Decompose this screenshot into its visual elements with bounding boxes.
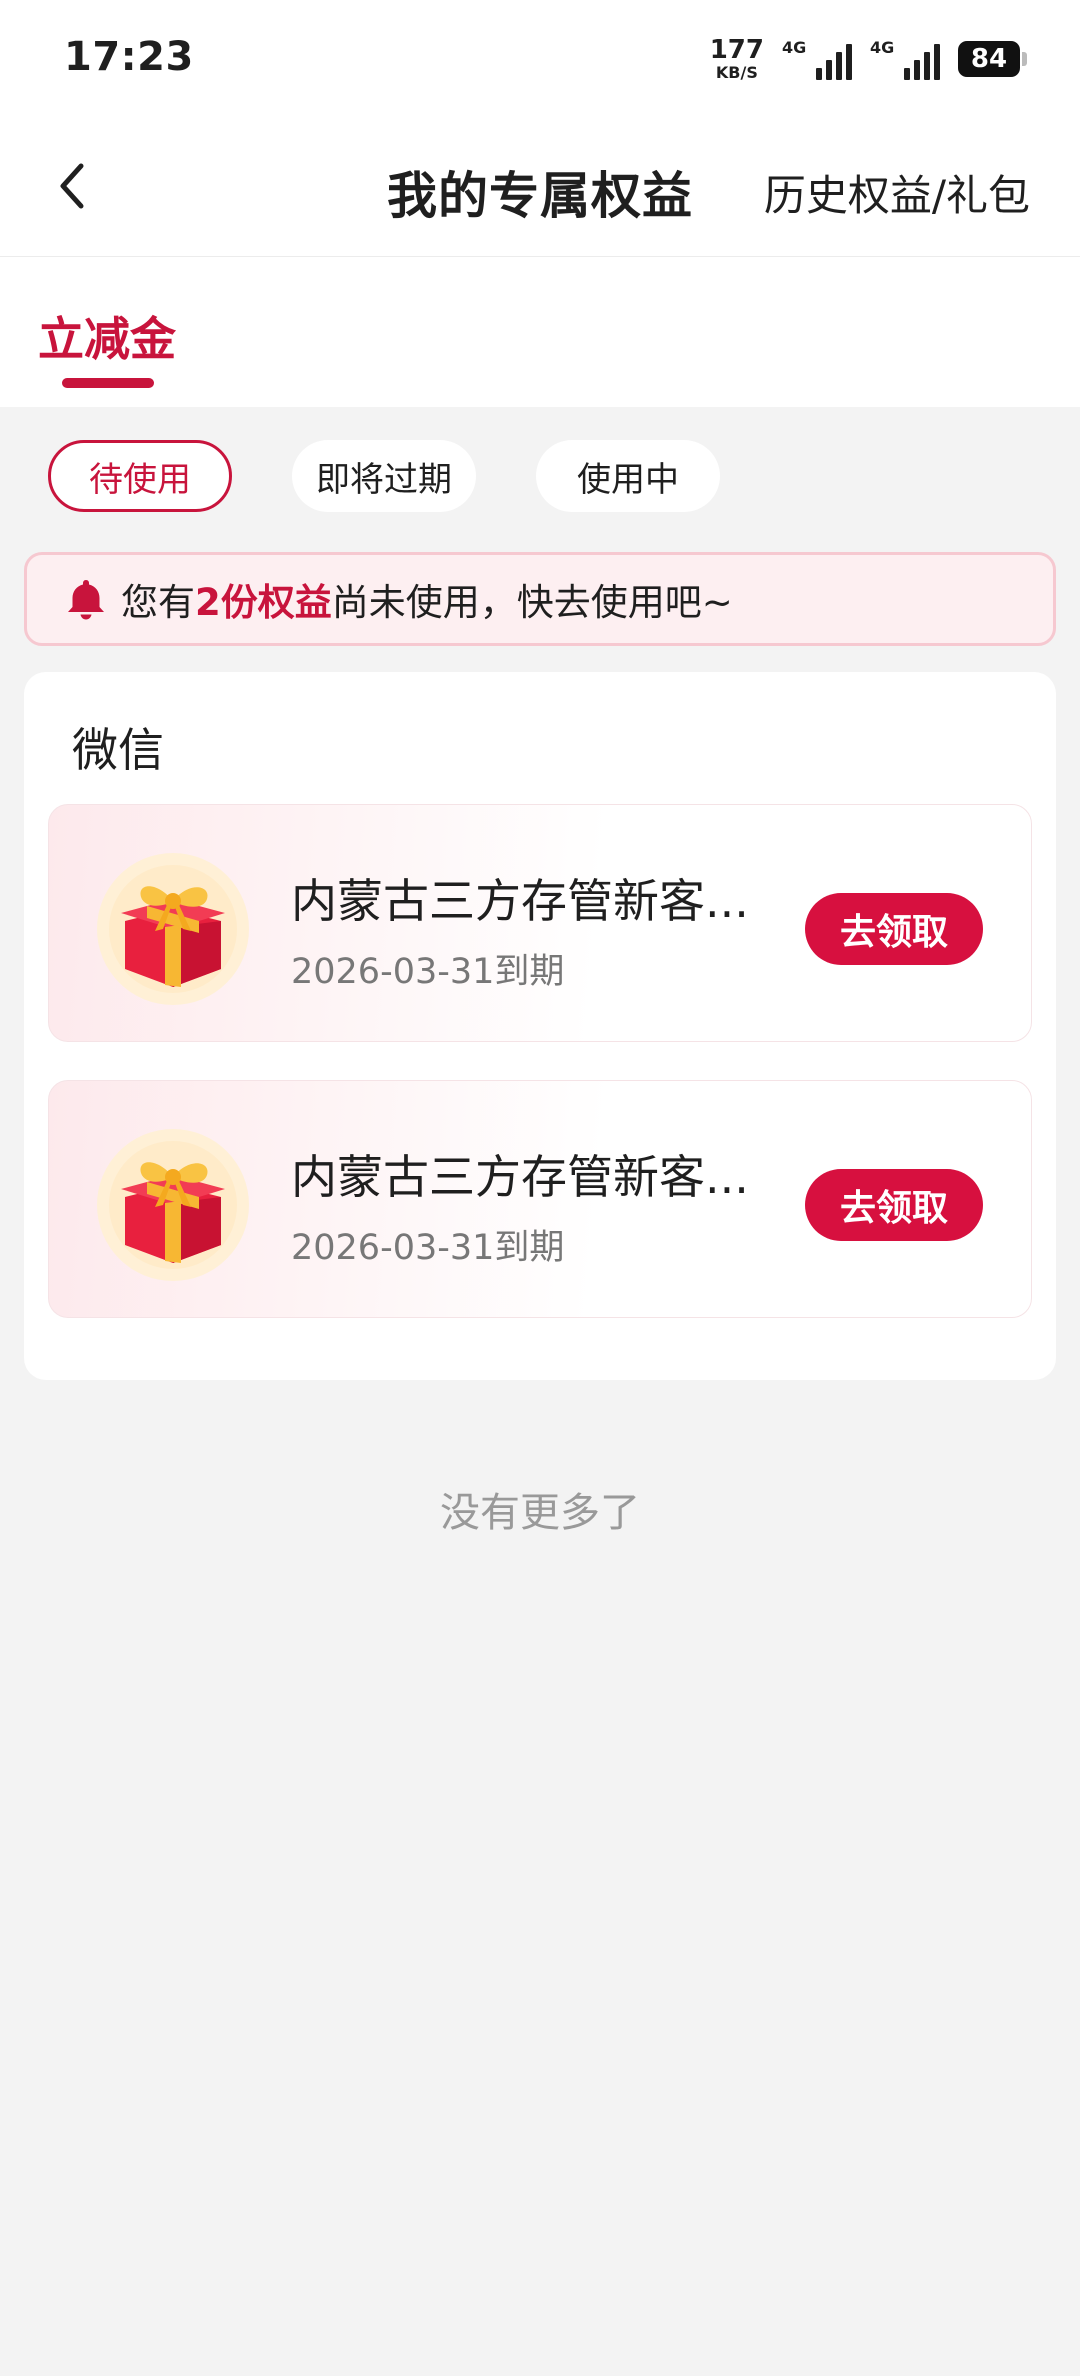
notice-suffix: 尚未使用，快去使用吧~ bbox=[331, 581, 733, 624]
filter-chip-expiring[interactable]: 即将过期 bbox=[292, 440, 476, 512]
item-expiry: 2026-03-31到期 bbox=[291, 952, 565, 992]
network-speed: 177 KB/S bbox=[710, 37, 764, 81]
status-time: 17:23 bbox=[64, 34, 194, 80]
signal-label: 4G bbox=[782, 38, 807, 57]
signal-icon: 4G bbox=[782, 38, 852, 80]
claim-button[interactable]: 去领取 bbox=[805, 1169, 983, 1241]
tab-instant-discount[interactable]: 立减金 bbox=[38, 303, 176, 369]
item-name: 内蒙古三方存管新客... bbox=[291, 1150, 749, 1204]
tab-strip: 立减金 bbox=[0, 257, 1080, 407]
card-title: 微信 bbox=[72, 723, 164, 777]
filter-chips: 待使用 即将过期 使用中 bbox=[48, 440, 720, 512]
notice-banner: 您有2份权益尚未使用，快去使用吧~ bbox=[24, 552, 1056, 646]
status-icons: 177 KB/S 4G 4G 84 bbox=[710, 36, 1027, 82]
notice-highlight: 2份权益 bbox=[195, 581, 332, 624]
signal-icon: 4G bbox=[870, 38, 940, 80]
battery-icon: 84 bbox=[958, 41, 1027, 77]
filter-chip-in-use[interactable]: 使用中 bbox=[536, 440, 720, 512]
notice-prefix: 您有 bbox=[121, 581, 195, 624]
gift-box-icon bbox=[97, 1129, 249, 1281]
tab-indicator bbox=[62, 378, 154, 388]
nav-bar: 我的专属权益 历史权益/礼包 bbox=[0, 118, 1080, 257]
status-bar: 17:23 177 KB/S 4G 4G 84 bbox=[0, 0, 1080, 118]
network-speed-unit: KB/S bbox=[715, 63, 758, 82]
list-item: 内蒙古三方存管新客... 2026-03-31到期 去领取 bbox=[48, 804, 1032, 1042]
claim-button[interactable]: 去领取 bbox=[805, 893, 983, 965]
network-speed-value: 177 bbox=[709, 35, 764, 65]
filter-chip-unused[interactable]: 待使用 bbox=[48, 440, 232, 512]
item-name: 内蒙古三方存管新客... bbox=[291, 874, 749, 928]
list-item: 内蒙古三方存管新客... 2026-03-31到期 去领取 bbox=[48, 1080, 1032, 1318]
bell-icon bbox=[63, 576, 109, 622]
benefits-card: 微信 内蒙古三方存管新客... 2026-03-31到期 去领取 内蒙古三方存管… bbox=[24, 672, 1056, 1380]
no-more-text: 没有更多了 bbox=[440, 1490, 640, 1536]
item-expiry: 2026-03-31到期 bbox=[291, 1228, 565, 1268]
gift-box-icon bbox=[97, 853, 249, 1005]
signal-label: 4G bbox=[870, 38, 895, 57]
battery-level: 84 bbox=[970, 44, 1008, 74]
history-benefits-link[interactable]: 历史权益/礼包 bbox=[764, 162, 1030, 223]
notice-text: 您有2份权益尚未使用，快去使用吧~ bbox=[121, 572, 733, 626]
